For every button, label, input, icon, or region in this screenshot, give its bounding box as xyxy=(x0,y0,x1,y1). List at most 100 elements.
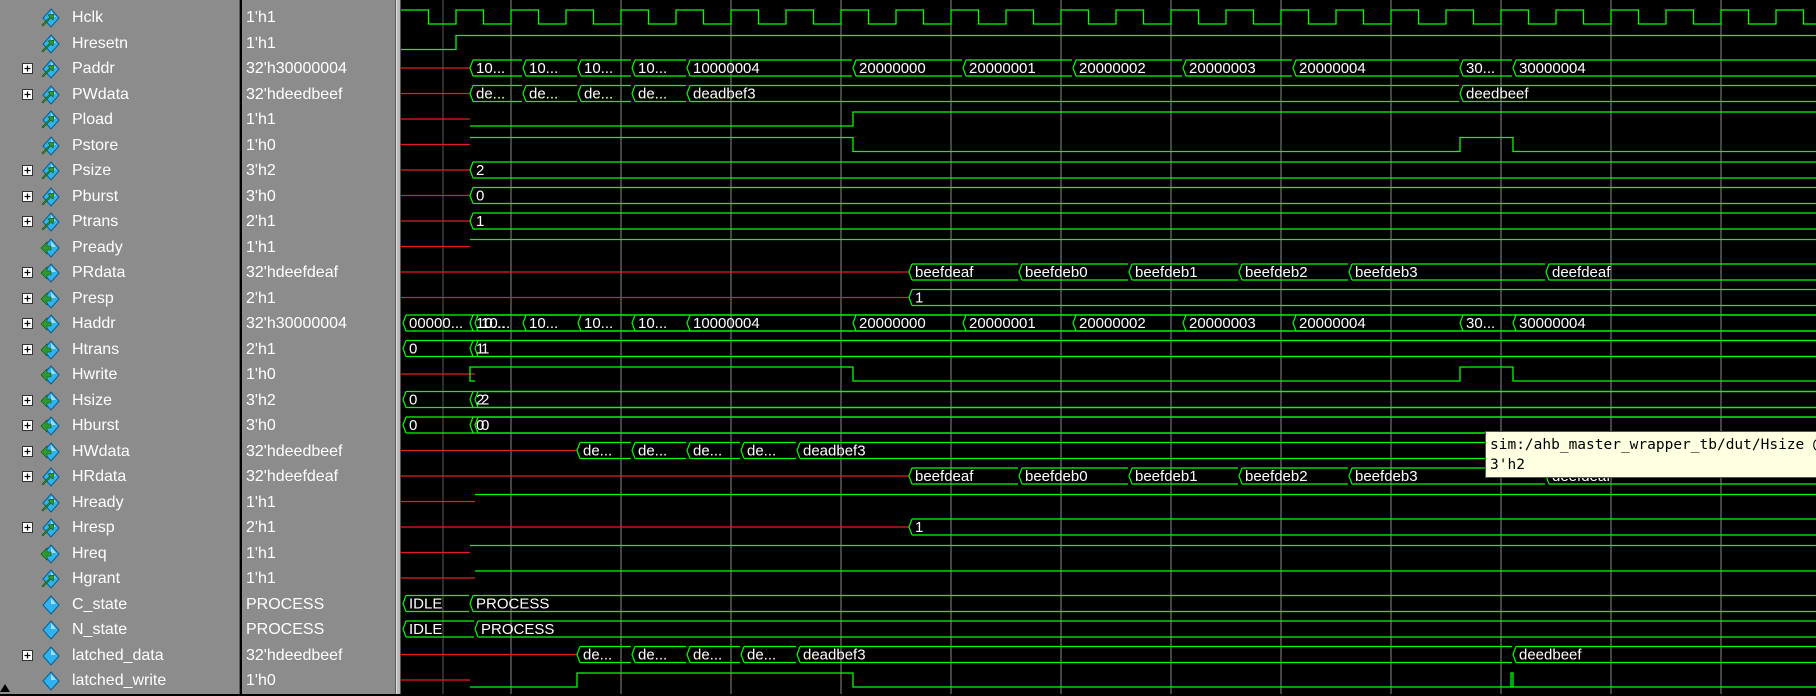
expand-plus-icon[interactable] xyxy=(22,165,33,176)
signal-row-hgrant[interactable]: Hgrant xyxy=(0,566,239,591)
waveform-pane[interactable]: 10... 10... 10... 10... 10000004 20000000 2000… xyxy=(401,0,1816,694)
value-row-hwdata[interactable]: 32'hdeedbeef xyxy=(242,439,396,464)
value-row-pburst[interactable]: 3'h0 xyxy=(242,184,396,209)
signal-row-hclk[interactable]: Hclk xyxy=(0,5,239,30)
signal-row-pload[interactable]: Pload xyxy=(0,107,239,132)
expand-plus-icon[interactable] xyxy=(22,343,33,355)
expand-plus-icon[interactable] xyxy=(22,420,33,431)
internal-signal-icon xyxy=(40,594,60,615)
bus-value-label: de... xyxy=(583,647,612,664)
value-row-latched_data[interactable]: 32'hdeedbeef xyxy=(242,643,396,668)
signal-row-hreq[interactable]: Hreq xyxy=(0,541,239,566)
c-state-wave-segment xyxy=(469,594,1816,613)
expand-plus-icon[interactable] xyxy=(22,267,33,278)
expand-plus-icon[interactable] xyxy=(22,63,33,74)
input-port-icon xyxy=(40,467,60,487)
bus-value-label: 10... xyxy=(476,315,505,332)
signal-row-psize[interactable]: Psize xyxy=(0,158,239,183)
value-row-prdata[interactable]: 32'hdeefdeaf xyxy=(242,260,396,285)
value-row-presp[interactable]: 2'h1 xyxy=(242,286,396,311)
value-row-hreq[interactable]: 1'h1 xyxy=(242,541,396,566)
signal-row-ptrans[interactable]: Ptrans xyxy=(0,209,239,234)
signal-row-hwrite[interactable]: Hwrite xyxy=(0,362,239,387)
signal-row-hresetn[interactable]: Hresetn xyxy=(0,31,239,56)
input-port-icon xyxy=(40,84,60,105)
value-row-hclk[interactable]: 1'h1 xyxy=(242,5,396,30)
value-row-pload[interactable]: 1'h1 xyxy=(242,107,396,132)
value-row-hsize[interactable]: 3'h2 xyxy=(242,388,396,413)
signal-row-pburst[interactable]: Pburst xyxy=(0,184,239,209)
value-row-c_state[interactable]: PROCESS xyxy=(242,592,396,617)
value-row-hrdata[interactable]: 32'hdeefdeaf xyxy=(242,464,396,489)
value-row-paddr[interactable]: 32'h30000004 xyxy=(242,56,396,81)
value-row-hburst[interactable]: 3'h0 xyxy=(242,413,396,438)
value-row-hresp[interactable]: 2'h1 xyxy=(242,515,396,540)
input-port-icon xyxy=(40,135,60,156)
bus-value-label: de... xyxy=(584,86,613,103)
signal-row-pwdata[interactable]: PWdata xyxy=(0,82,239,107)
value-row-pready[interactable]: 1'h1 xyxy=(242,235,396,260)
bus-value-label: 10... xyxy=(638,315,667,332)
bus-value-label: de... xyxy=(693,443,722,460)
signal-name: Haddr xyxy=(72,315,116,332)
bus-value-label: 10... xyxy=(476,60,505,77)
signal-row-hsize[interactable]: Hsize xyxy=(0,388,239,413)
value-row-hresetn[interactable]: 1'h1 xyxy=(242,31,396,56)
signal-row-hready[interactable]: Hready xyxy=(0,490,239,515)
signal-value: 1'h0 xyxy=(246,366,276,383)
expand-plus-icon[interactable] xyxy=(22,471,33,482)
signal-name: Hgrant xyxy=(72,570,121,587)
input-port-icon xyxy=(40,8,60,28)
pstore-wave xyxy=(470,136,1816,153)
value-row-pstore[interactable]: 1'h0 xyxy=(242,133,396,158)
expand-plus-icon[interactable] xyxy=(22,649,33,661)
expand-plus-icon[interactable] xyxy=(22,318,33,329)
expand-plus-icon[interactable] xyxy=(22,292,33,304)
value-row-hgrant[interactable]: 1'h1 xyxy=(242,566,396,591)
bus-value-label: de... xyxy=(747,443,776,460)
value-row-latched_write[interactable]: 1'h0 xyxy=(242,668,396,693)
expand-plus-icon[interactable] xyxy=(22,522,33,533)
value-row-hwrite[interactable]: 1'h0 xyxy=(242,362,396,387)
signal-row-htrans[interactable]: Htrans xyxy=(0,337,239,362)
value-row-hready[interactable]: 1'h1 xyxy=(242,490,396,515)
value-row-n_state[interactable]: PROCESS xyxy=(242,617,396,642)
signal-row-hresp[interactable]: Hresp xyxy=(0,515,239,540)
bus-value-label: de... xyxy=(638,647,667,664)
bus-value-label: 10... xyxy=(529,315,558,332)
signal-row-presp[interactable]: Presp xyxy=(0,286,239,311)
signal-row-hrdata[interactable]: HRdata xyxy=(0,464,239,489)
signal-row-hburst[interactable]: Hburst xyxy=(0,413,239,438)
htrans-wave-segment xyxy=(474,339,1816,358)
signal-row-n_state[interactable]: N_state xyxy=(0,617,239,642)
output-port-icon xyxy=(40,390,60,411)
signal-names-pane[interactable]: Hclk Hresetn Paddr PWdata Pload Pstore Psize Pb… xyxy=(0,0,240,694)
signal-row-prdata[interactable]: PRdata xyxy=(0,260,239,285)
signal-row-pstore[interactable]: Pstore xyxy=(0,133,239,158)
expand-plus-icon[interactable] xyxy=(22,88,33,100)
waveform-canvas[interactable]: 10... 10... 10... 10... 10000004 20000000 2000… xyxy=(401,0,1816,694)
signal-row-latched_data[interactable]: latched_data xyxy=(0,643,239,668)
expand-plus-icon[interactable] xyxy=(22,394,33,406)
signal-name: Hreq xyxy=(72,544,107,562)
bus-value-label: 00000... xyxy=(409,315,463,332)
value-row-htrans[interactable]: 2'h1 xyxy=(242,337,396,362)
signal-row-latched_write[interactable]: latched_write xyxy=(0,668,239,693)
expand-plus-icon[interactable] xyxy=(22,216,33,227)
signal-row-c_state[interactable]: C_state xyxy=(0,592,239,617)
expand-plus-icon[interactable] xyxy=(22,190,33,202)
signal-values-pane[interactable]: 1'h1 1'h1 32'h30000004 32'hdeedbeef 1'h1 1'h0… xyxy=(242,0,396,694)
signal-row-hwdata[interactable]: HWdata xyxy=(0,439,239,464)
value-row-pwdata[interactable]: 32'hdeedbeef xyxy=(242,82,396,107)
bus-value-label: 30000004 xyxy=(1519,315,1586,332)
signal-row-paddr[interactable]: Paddr xyxy=(0,56,239,81)
bus-value-label: 1 xyxy=(476,213,484,230)
signal-row-pready[interactable]: Pready xyxy=(0,235,239,260)
input-port-icon xyxy=(40,161,60,181)
output-port-icon xyxy=(40,365,60,385)
value-row-ptrans[interactable]: 2'h1 xyxy=(242,209,396,234)
signal-row-haddr[interactable]: Haddr xyxy=(0,311,239,336)
value-row-haddr[interactable]: 32'h30000004 xyxy=(242,311,396,336)
value-row-psize[interactable]: 3'h2 xyxy=(242,158,396,183)
expand-plus-icon[interactable] xyxy=(22,445,33,457)
